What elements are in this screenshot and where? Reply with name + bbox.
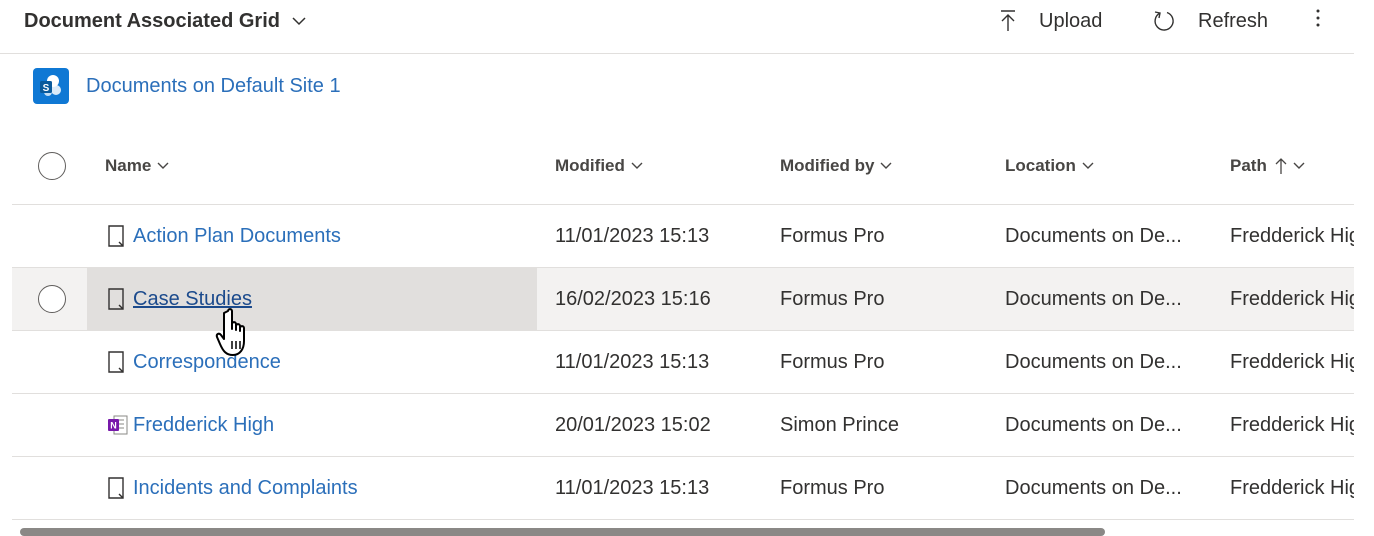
refresh-button[interactable]: Refresh: [1152, 6, 1268, 36]
document-icon: [107, 477, 125, 505]
modified-by-cell: Simon Prince: [780, 413, 899, 436]
location-cell: Documents on De...: [1005, 350, 1182, 373]
name-link[interactable]: Action Plan Documents: [133, 225, 341, 248]
upload-icon: [999, 9, 1017, 33]
modified-cell: 11/01/2023 15:13: [555, 224, 710, 247]
modified-cell: 16/02/2023 15:16: [555, 287, 711, 310]
refresh-label: Refresh: [1198, 9, 1269, 32]
modified-cell: 20/01/2023 15:02: [555, 413, 711, 436]
svg-text:S: S: [43, 83, 50, 94]
column-header-location[interactable]: Location: [1005, 128, 1094, 204]
chevron-down-icon: [880, 162, 892, 170]
location-cell: Documents on De...: [1005, 476, 1182, 499]
modified-by-cell: Formus Pro: [780, 350, 885, 373]
hand-cursor-icon: [212, 305, 252, 364]
sort-ascending-icon: [1275, 157, 1287, 175]
column-header-name-label: Name: [105, 156, 152, 175]
column-header-modified-by-label: Modified by: [780, 156, 875, 175]
column-header-name[interactable]: Name: [105, 128, 169, 204]
chevron-down-icon: [631, 162, 643, 170]
column-header-path[interactable]: Path: [1230, 128, 1305, 204]
grid-title: Document Associated Grid: [24, 9, 280, 32]
location-cell: Documents on De...: [1005, 287, 1182, 310]
grid-column-header: Name Modified Modified by Location Path: [12, 128, 1354, 205]
upload-button[interactable]: Upload: [999, 6, 1102, 36]
modified-by-cell: Formus Pro: [780, 287, 885, 310]
upload-label: Upload: [1039, 9, 1103, 32]
grid-view-selector[interactable]: Document Associated Grid: [24, 8, 306, 34]
column-header-path-label: Path: [1230, 156, 1267, 175]
modified-by-cell: Formus Pro: [780, 224, 885, 247]
name-link[interactable]: Fredderick High: [133, 414, 274, 437]
name-link[interactable]: Incidents and Complaints: [133, 477, 358, 500]
table-row[interactable]: N Fredderick High 20/01/2023 15:02 Simon…: [12, 394, 1354, 457]
modified-cell: 11/01/2023 15:13: [555, 350, 710, 373]
row-select-checkbox[interactable]: [38, 285, 66, 313]
select-all-checkbox[interactable]: [38, 152, 66, 180]
document-icon: [107, 351, 125, 379]
refresh-icon: [1152, 9, 1176, 33]
svg-text:N: N: [110, 421, 117, 431]
document-icon: [107, 288, 125, 316]
location-cell: Documents on De...: [1005, 413, 1182, 436]
document-icon: [107, 225, 125, 253]
path-cell: Fredderick High: [1230, 224, 1354, 247]
modified-by-cell: Formus Pro: [780, 476, 885, 499]
path-cell: Fredderick High: [1230, 350, 1354, 373]
path-cell: Fredderick High: [1230, 476, 1354, 499]
column-header-modified[interactable]: Modified: [555, 128, 643, 204]
modified-cell: 11/01/2023 15:13: [555, 476, 710, 499]
path-cell: Fredderick High: [1230, 287, 1354, 310]
onenote-icon: N: [107, 414, 129, 442]
location-cell: Documents on De...: [1005, 224, 1182, 247]
table-row[interactable]: Action Plan Documents 11/01/2023 15:13 F…: [12, 205, 1354, 268]
chevron-down-icon: [157, 162, 169, 170]
table-row[interactable]: Incidents and Complaints 11/01/2023 15:1…: [12, 457, 1354, 520]
document-location-label: Documents on Default Site 1: [86, 74, 341, 97]
chevron-down-icon: [292, 16, 306, 26]
column-header-modified-label: Modified: [555, 156, 625, 175]
document-location-link[interactable]: S Documents on Default Site 1: [33, 68, 341, 104]
horizontal-scrollbar[interactable]: [20, 528, 1105, 536]
sharepoint-icon: S: [33, 68, 69, 104]
chevron-down-icon: [1082, 162, 1094, 170]
command-bar: Document Associated Grid Upload Refresh: [0, 0, 1354, 54]
chevron-down-icon: [1293, 162, 1305, 170]
more-vertical-icon: [1315, 7, 1321, 35]
name-link[interactable]: Correspondence: [133, 351, 281, 374]
more-commands-button[interactable]: [1308, 6, 1328, 36]
path-cell: Fredderick High: [1230, 413, 1354, 436]
column-header-modified-by[interactable]: Modified by: [780, 128, 892, 204]
column-header-location-label: Location: [1005, 156, 1076, 175]
